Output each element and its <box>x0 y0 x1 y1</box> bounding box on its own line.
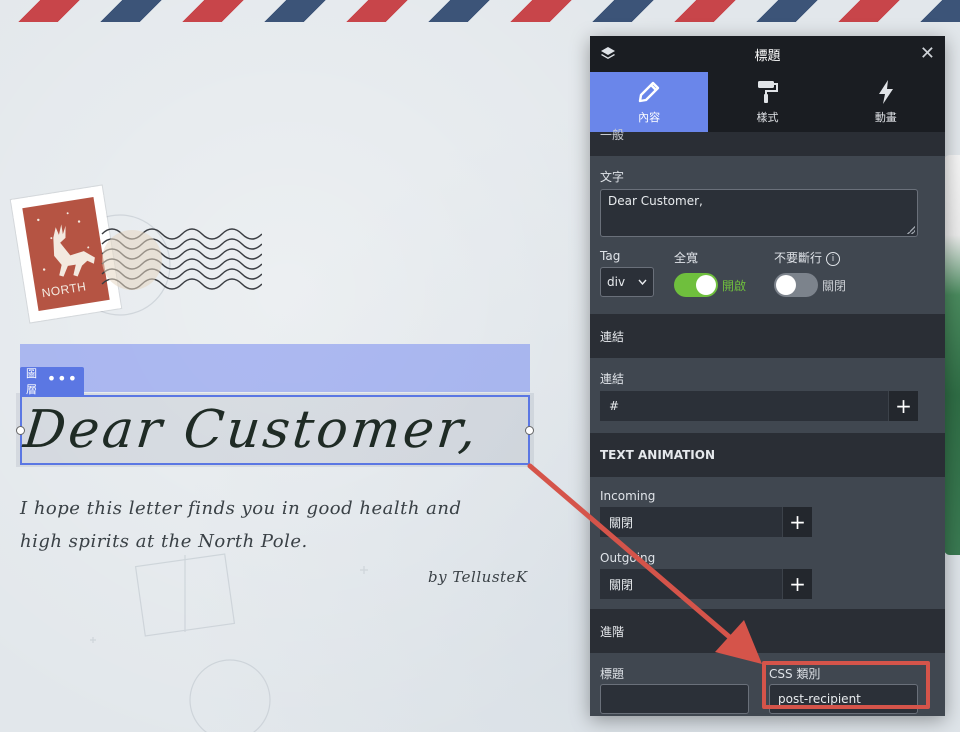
incoming-label: Incoming <box>600 489 656 503</box>
css-class-highlight <box>762 661 930 709</box>
panel-tabs: 內容 樣式 動畫 <box>590 72 945 132</box>
layer-tag-label: 圖層 <box>26 367 37 396</box>
section-advanced-label: 進階 <box>600 624 625 639</box>
link-add-button[interactable]: + <box>888 391 918 421</box>
chevron-down-icon <box>638 279 647 285</box>
link-body: 連結 # + <box>590 358 945 433</box>
outgoing-value: 關閉 <box>609 577 634 592</box>
edge-decoration <box>944 155 960 555</box>
byline: by TellusteK <box>428 568 528 586</box>
outgoing-add-button[interactable]: + <box>782 569 812 599</box>
lightning-icon <box>878 80 893 104</box>
pencil-icon <box>638 81 660 103</box>
section-general[interactable]: 一般 <box>590 128 945 156</box>
tab-content[interactable]: 內容 <box>590 72 709 132</box>
nowrap-label: 不要斷行 i <box>774 249 846 266</box>
section-link-label: 連結 <box>600 329 625 344</box>
panel-title: 標題 <box>754 48 781 64</box>
resize-grip-icon[interactable] <box>907 226 915 234</box>
text-input-value: Dear Customer, <box>608 194 703 208</box>
resize-handle-right[interactable] <box>525 426 534 435</box>
more-options-icon[interactable]: ••• <box>47 371 78 387</box>
letter-line-2: high spirits at the North Pole. <box>20 531 308 552</box>
tag-label: Tag <box>600 249 621 263</box>
link-input[interactable]: # <box>600 391 888 421</box>
link-label: 連結 <box>600 372 625 386</box>
incoming-select[interactable]: 關閉 <box>600 507 782 537</box>
layers-icon[interactable] <box>600 46 616 62</box>
tab-animation[interactable]: 動畫 <box>827 72 945 132</box>
section-advanced[interactable]: 進階 <box>590 609 945 653</box>
tag-select-value: div <box>607 275 626 289</box>
section-link[interactable]: 連結 <box>590 314 945 358</box>
title-input[interactable] <box>600 684 749 714</box>
paint-roller-icon <box>758 81 779 103</box>
text-input[interactable]: Dear Customer, <box>600 189 918 237</box>
incoming-value: 關閉 <box>609 515 634 530</box>
resize-handle-left[interactable] <box>16 426 25 435</box>
section-general-label: 一般 <box>600 128 625 142</box>
nowrap-toggle[interactable] <box>774 273 819 297</box>
incoming-add-button[interactable]: + <box>782 507 812 537</box>
selection-band <box>20 344 530 392</box>
fullwidth-label: 全寬 <box>674 251 699 265</box>
nowrap-label-text: 不要斷行 <box>774 251 823 265</box>
section-text-animation-label: TEXT ANIMATION <box>600 448 715 462</box>
fullwidth-state: 開啟 <box>722 278 747 293</box>
panel-header: 標題 ✕ <box>590 36 945 72</box>
heading-text: Dear Customer, <box>20 400 482 460</box>
tag-select[interactable]: div <box>600 267 654 297</box>
close-icon[interactable]: ✕ <box>920 43 935 64</box>
info-icon[interactable]: i <box>826 251 841 266</box>
fullwidth-toggle[interactable] <box>674 273 718 297</box>
layer-tag[interactable]: 圖層 ••• <box>20 367 84 396</box>
animation-body: Incoming 關閉 + Outgoing 關閉 + <box>590 477 945 609</box>
general-body: 文字 Dear Customer, Tag div 全寬 開啟 不要斷行 i 關… <box>590 156 945 314</box>
tag-row: Tag div 全寬 開啟 不要斷行 i 關閉 <box>600 249 935 300</box>
postmark-waves-icon <box>101 228 262 290</box>
tab-style-label: 樣式 <box>756 111 779 124</box>
section-text-animation[interactable]: TEXT ANIMATION <box>590 433 945 477</box>
text-label: 文字 <box>600 170 625 184</box>
link-input-value: # <box>609 399 620 413</box>
heading-element[interactable]: Dear Customer, <box>20 395 530 465</box>
nowrap-state: 關閉 <box>822 278 847 293</box>
outgoing-select[interactable]: 關閉 <box>600 569 782 599</box>
title-label: 標題 <box>600 667 625 681</box>
settings-panel: 標題 ✕ 內容 樣式 動畫 一般 文字 Dear Customer, Tag d… <box>590 36 945 716</box>
tab-style[interactable]: 樣式 <box>708 72 826 132</box>
letter-line-1: I hope this letter finds you in good hea… <box>20 498 462 519</box>
tab-animation-label: 動畫 <box>874 111 897 124</box>
outgoing-label: Outgoing <box>600 551 656 565</box>
letter-body: I hope this letter finds you in good hea… <box>20 492 520 558</box>
tab-content-label: 內容 <box>638 111 661 124</box>
